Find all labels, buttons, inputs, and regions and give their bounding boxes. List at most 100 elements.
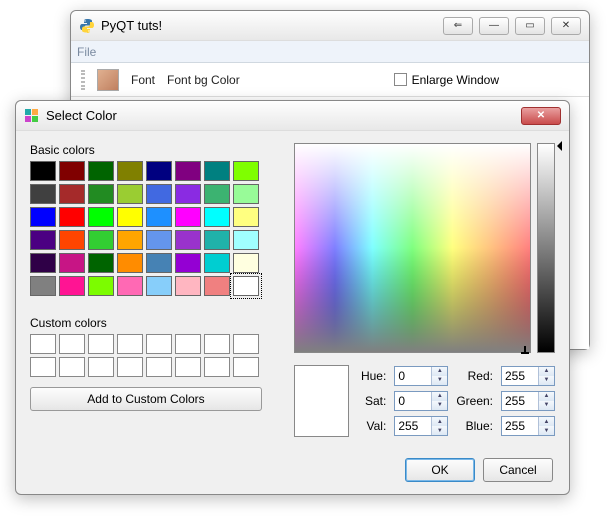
basic-color-swatch[interactable] — [175, 207, 201, 227]
basic-color-swatch[interactable] — [204, 207, 230, 227]
val-spinbox[interactable]: ▲▼ — [394, 416, 448, 436]
basic-color-swatch[interactable] — [88, 184, 114, 204]
custom-color-slot[interactable] — [88, 334, 114, 354]
basic-color-swatch[interactable] — [117, 161, 143, 181]
custom-color-slot[interactable] — [233, 334, 259, 354]
custom-color-slot[interactable] — [204, 357, 230, 377]
dialog-titlebar[interactable]: Select Color ✕ — [16, 101, 569, 131]
minimize-button[interactable]: — — [479, 17, 509, 35]
add-to-custom-button[interactable]: Add to Custom Colors — [30, 387, 262, 411]
blue-spinbox[interactable]: ▲▼ — [501, 416, 555, 436]
basic-color-swatch[interactable] — [175, 184, 201, 204]
custom-color-slot[interactable] — [59, 357, 85, 377]
basic-color-swatch[interactable] — [30, 276, 56, 296]
basic-color-swatch[interactable] — [88, 161, 114, 181]
toolbar-font-bg[interactable]: Font bg Color — [167, 73, 240, 87]
basic-color-swatch[interactable] — [146, 207, 172, 227]
basic-color-swatch[interactable] — [30, 161, 56, 181]
custom-color-slot[interactable] — [30, 334, 56, 354]
basic-color-swatch[interactable] — [146, 161, 172, 181]
basic-color-swatch[interactable] — [175, 230, 201, 250]
green-down[interactable]: ▼ — [539, 401, 554, 410]
basic-color-swatch[interactable] — [117, 276, 143, 296]
basic-color-swatch[interactable] — [233, 230, 259, 250]
value-slider[interactable] — [537, 143, 555, 353]
val-up[interactable]: ▲ — [432, 417, 447, 426]
basic-color-swatch[interactable] — [233, 184, 259, 204]
red-spinbox[interactable]: ▲▼ — [501, 366, 555, 386]
custom-color-slot[interactable] — [233, 357, 259, 377]
basic-color-swatch[interactable] — [30, 230, 56, 250]
blue-input[interactable] — [502, 417, 538, 435]
sat-input[interactable] — [395, 392, 431, 410]
basic-color-swatch[interactable] — [204, 184, 230, 204]
basic-color-swatch[interactable] — [30, 253, 56, 273]
basic-color-swatch[interactable] — [204, 276, 230, 296]
basic-color-swatch[interactable] — [233, 276, 259, 296]
basic-color-swatch[interactable] — [59, 230, 85, 250]
basic-color-swatch[interactable] — [88, 253, 114, 273]
red-down[interactable]: ▼ — [539, 376, 554, 385]
custom-color-slot[interactable] — [175, 357, 201, 377]
basic-color-swatch[interactable] — [30, 184, 56, 204]
basic-color-swatch[interactable] — [30, 207, 56, 227]
sat-up[interactable]: ▲ — [432, 392, 447, 401]
basic-color-swatch[interactable] — [59, 276, 85, 296]
avatar-icon[interactable] — [97, 69, 119, 91]
blue-down[interactable]: ▼ — [539, 426, 554, 435]
basic-color-swatch[interactable] — [59, 184, 85, 204]
custom-color-slot[interactable] — [30, 357, 56, 377]
hue-down[interactable]: ▼ — [432, 376, 447, 385]
sat-down[interactable]: ▼ — [432, 401, 447, 410]
dialog-close-button[interactable]: ✕ — [521, 107, 561, 125]
basic-color-swatch[interactable] — [233, 207, 259, 227]
red-input[interactable] — [502, 367, 538, 385]
blue-up[interactable]: ▲ — [539, 417, 554, 426]
basic-color-swatch[interactable] — [175, 253, 201, 273]
green-spinbox[interactable]: ▲▼ — [501, 391, 555, 411]
basic-color-swatch[interactable] — [204, 161, 230, 181]
basic-color-swatch[interactable] — [59, 161, 85, 181]
basic-color-swatch[interactable] — [59, 207, 85, 227]
green-input[interactable] — [502, 392, 538, 410]
toolbar-handle[interactable] — [81, 70, 85, 90]
custom-color-slot[interactable] — [117, 334, 143, 354]
main-titlebar[interactable]: PyQT tuts! ⇐ — ▭ ✕ — [71, 11, 589, 41]
basic-color-swatch[interactable] — [146, 276, 172, 296]
basic-color-swatch[interactable] — [117, 184, 143, 204]
custom-color-slot[interactable] — [175, 334, 201, 354]
basic-color-swatch[interactable] — [117, 230, 143, 250]
val-input[interactable] — [395, 417, 431, 435]
checkbox-box[interactable] — [394, 73, 407, 86]
ok-button[interactable]: OK — [405, 458, 475, 482]
basic-color-swatch[interactable] — [146, 230, 172, 250]
basic-color-swatch[interactable] — [146, 253, 172, 273]
red-up[interactable]: ▲ — [539, 367, 554, 376]
hue-spinbox[interactable]: ▲▼ — [394, 366, 448, 386]
basic-color-swatch[interactable] — [204, 230, 230, 250]
basic-color-swatch[interactable] — [88, 207, 114, 227]
basic-color-swatch[interactable] — [88, 276, 114, 296]
basic-color-swatch[interactable] — [233, 253, 259, 273]
basic-color-swatch[interactable] — [233, 161, 259, 181]
basic-color-swatch[interactable] — [117, 253, 143, 273]
maximize-button[interactable]: ▭ — [515, 17, 545, 35]
val-down[interactable]: ▼ — [432, 426, 447, 435]
cancel-button[interactable]: Cancel — [483, 458, 553, 482]
hue-up[interactable]: ▲ — [432, 367, 447, 376]
menu-file[interactable]: File — [77, 45, 96, 59]
enlarge-window-checkbox[interactable]: Enlarge Window — [394, 73, 499, 87]
custom-color-slot[interactable] — [88, 357, 114, 377]
hue-input[interactable] — [395, 367, 431, 385]
basic-color-swatch[interactable] — [88, 230, 114, 250]
toolbar-font[interactable]: Font — [131, 73, 155, 87]
basic-color-swatch[interactable] — [175, 161, 201, 181]
custom-color-slot[interactable] — [146, 334, 172, 354]
basic-color-swatch[interactable] — [204, 253, 230, 273]
basic-color-swatch[interactable] — [175, 276, 201, 296]
sat-spinbox[interactable]: ▲▼ — [394, 391, 448, 411]
custom-color-slot[interactable] — [117, 357, 143, 377]
basic-color-swatch[interactable] — [59, 253, 85, 273]
custom-color-slot[interactable] — [146, 357, 172, 377]
custom-color-slot[interactable] — [204, 334, 230, 354]
